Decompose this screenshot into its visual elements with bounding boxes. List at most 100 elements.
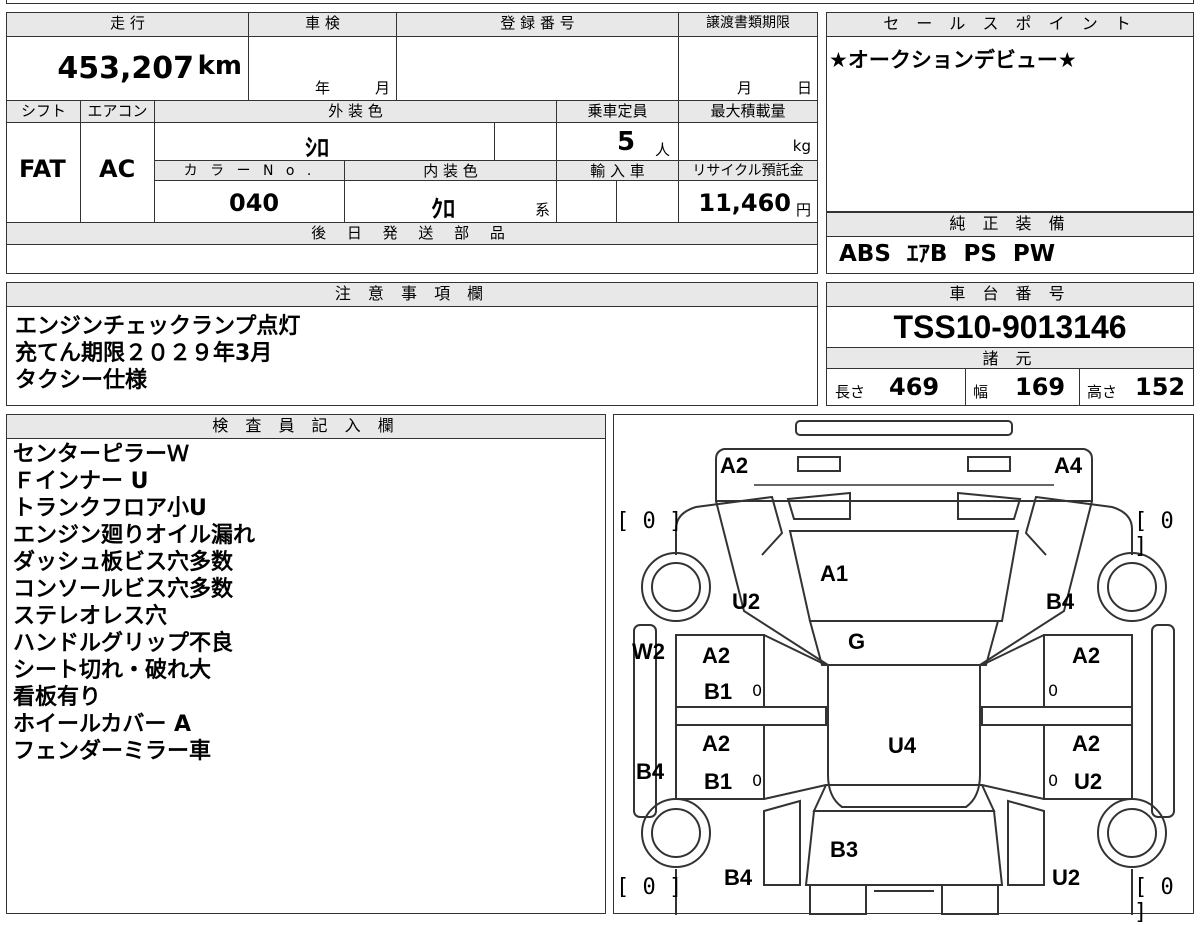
tire-fl-tread: [ 0 ] [616, 509, 683, 534]
color-no-cell: 040 [155, 181, 345, 223]
genuine-equipment-box: 純 正 装 備 ABS ｴｱB PS PW [826, 212, 1194, 274]
length-value: 469 [889, 373, 940, 401]
shaken-year-label: 年 [315, 79, 331, 97]
registration-header: 登 録 番 号 [397, 13, 679, 37]
color-no-value: 040 [229, 189, 280, 217]
tire-rr-tread: [ 0 ] [1134, 875, 1174, 925]
damage-w2-left-pillar: W2 [632, 639, 665, 664]
inspector-note: ホイールカバー A [13, 712, 192, 737]
exterior-color-header: 外 装 色 [155, 101, 557, 123]
recycle-cell: 11,460 円 [679, 181, 817, 223]
transfer-deadline-cell: 月 日 [679, 37, 817, 101]
shift-cell: FAT [7, 123, 81, 223]
exterior-color-value: ｼﾛ [305, 134, 329, 162]
damage-b1-front-left-door: B1 [704, 679, 733, 704]
sales-point-text: ★オークションデビュー★ [829, 48, 1077, 72]
interior-color-suffix: 系 [534, 201, 550, 219]
capacity-unit: 人 [655, 141, 671, 159]
height-label: 高さ [1087, 383, 1118, 401]
inspector-note: フェンダーミラー車 [13, 739, 212, 764]
specs-header: 諸 元 [827, 347, 1193, 369]
top-strip [6, 0, 1194, 4]
damage-a2-rear-right-door: A2 [1072, 731, 1101, 756]
notes-box: 注 意 事 項 欄 エンジンチェックランプ点灯 充てん期限２０２９年3月 タクシ… [6, 282, 818, 406]
damage-a1-windshield: A1 [820, 561, 849, 586]
max-load-unit: kg [792, 137, 811, 155]
inspector-note: シート切れ・破れ大 [13, 658, 212, 683]
import-cell-a [557, 181, 617, 223]
chassis-number: TSS10-9013146 [893, 309, 1127, 345]
damage-u4-roof: U4 [888, 733, 917, 758]
vehicle-info-table: 走 行 車 検 登 録 番 号 譲渡書類期限 453,207 km 年 月 月 … [6, 12, 818, 274]
later-parts-cell [7, 245, 817, 273]
inspector-note: Ｆインナー U [13, 469, 149, 494]
aircon-header: エアコン [81, 101, 155, 123]
genuine-equipment-header: 純 正 装 備 [827, 213, 1193, 237]
car-diagram-box: A2 A4 [ 0 ] [ 0 ] A1 U2 B4 G W2 A2 B1 0 … [613, 414, 1194, 925]
interior-color-header: 内 装 色 [345, 161, 557, 181]
shift-header: シフト [7, 101, 81, 123]
chassis-box: 車 台 番 号 TSS10-9013146 諸 元 長さ 469 幅 169 高… [826, 282, 1194, 406]
shift-value: FAT [19, 155, 66, 183]
sales-point-box: セ ー ル ス ポ イ ン ト ★オークションデビュー★ [826, 12, 1194, 212]
shaken-month-label: 月 [375, 79, 391, 97]
tire-rl-tread: [ 0 ] [616, 875, 683, 900]
tire-fr-tread: [ 0 ] [1134, 509, 1174, 559]
capacity-value: 5 [617, 127, 636, 157]
width-cell: 幅 169 [965, 369, 1080, 405]
recycle-unit: 円 [795, 201, 811, 219]
capacity-cell: 5 人 [557, 123, 679, 161]
damage-u2-front-left: U2 [732, 589, 761, 614]
inspector-note: 看板有り [13, 685, 102, 710]
later-parts-header: 後 日 発 送 部 品 [7, 223, 817, 245]
mileage-header: 走 行 [7, 13, 249, 37]
mileage-unit: km [197, 51, 242, 81]
length-label: 長さ [835, 383, 866, 401]
inspector-note: トランクフロア小U [13, 496, 207, 521]
transfer-deadline-header: 譲渡書類期限 [679, 13, 817, 37]
inspector-note: ハンドルグリップ不良 [13, 631, 234, 656]
damage-u2-rear-right-door: U2 [1074, 769, 1103, 794]
mileage-cell: 453,207 km [7, 37, 249, 101]
damage-a2-front-left: A2 [720, 453, 749, 478]
inspector-note: コンソールビス穴多数 [13, 577, 234, 602]
interior-color-cell: ｸﾛ 系 [345, 181, 557, 223]
damage-a4-front-right: A4 [1054, 453, 1083, 478]
genuine-equipment-text: ABS ｴｱB PS PW [839, 241, 1056, 267]
dent-zero-3: 0 [752, 771, 763, 790]
damage-b1-rear-left-door: B1 [704, 769, 733, 794]
damage-b4-front-right: B4 [1046, 589, 1075, 614]
color-no-header: カ ラ ー N o . [155, 161, 345, 181]
damage-u2-rear-right: U2 [1052, 865, 1081, 890]
transfer-day-label: 日 [797, 79, 813, 97]
recycle-header: リサイクル預託金 [679, 161, 817, 181]
inspector-header: 検 査 員 記 入 欄 [7, 415, 605, 439]
damage-b3-trunk: B3 [830, 837, 859, 862]
shaken-header: 車 検 [249, 13, 397, 37]
damage-g-glass: G [848, 629, 866, 654]
max-load-header: 最大積載量 [679, 101, 817, 123]
height-value: 152 [1135, 373, 1186, 401]
specs-row: 長さ 469 幅 169 高さ 152 [827, 369, 1193, 405]
note-line: タクシー仕様 [15, 368, 148, 393]
max-load-cell: kg [679, 123, 817, 161]
mileage-value: 453,207 [57, 51, 194, 86]
inspector-note: エンジン廻りオイル漏れ [13, 523, 256, 548]
inspector-note: ステレオレス穴 [13, 604, 168, 629]
transfer-month-label: 月 [737, 79, 753, 97]
height-cell: 高さ 152 [1079, 369, 1193, 405]
sales-point-header: セ ー ル ス ポ イ ン ト [827, 13, 1193, 37]
recycle-value: 11,460 [698, 189, 791, 217]
registration-cell [397, 37, 679, 101]
damage-b4-left-rear: B4 [636, 759, 665, 784]
note-line: エンジンチェックランプ点灯 [15, 314, 301, 339]
dent-zero-2: 0 [1048, 681, 1059, 700]
inspector-box: 検 査 員 記 入 欄 センターピラーＷ Ｆインナー U トランクフロア小U エ… [6, 414, 606, 914]
exterior-color-cell: ｼﾛ [155, 123, 495, 162]
inspector-note: センターピラーＷ [13, 442, 190, 467]
damage-b4-rear-left: B4 [724, 865, 753, 890]
damage-a2-rear-left-door: A2 [702, 731, 731, 756]
capacity-header: 乗車定員 [557, 101, 679, 123]
length-cell: 長さ 469 [827, 369, 966, 405]
aircon-cell: AC [81, 123, 155, 223]
